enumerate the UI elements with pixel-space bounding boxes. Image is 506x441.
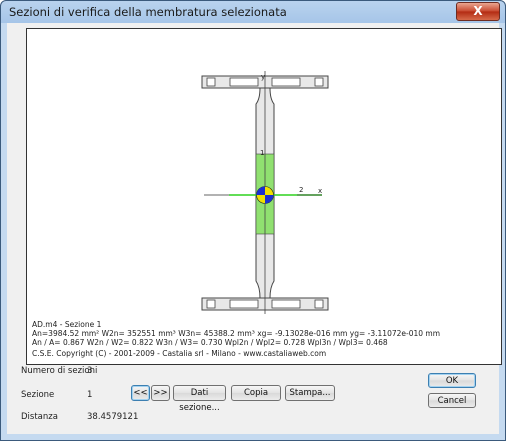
marker-2: 2 <box>299 186 303 194</box>
flange-hole <box>206 77 216 87</box>
cancel-button[interactable]: Cancel <box>428 393 476 408</box>
close-button[interactable]: X <box>456 2 500 21</box>
previous-section-button[interactable]: << <box>131 385 150 401</box>
num-sezioni-value: 3 <box>87 366 93 376</box>
window-title: Sezioni di verifica della membratura sel… <box>9 5 287 19</box>
axis-x-label: x <box>318 187 322 195</box>
section-title: AD.m4 - Sezione 1 <box>32 320 102 329</box>
flange-hole <box>229 299 259 309</box>
flange-hole <box>271 299 301 309</box>
centroid-symbol <box>256 186 274 204</box>
i-beam-section-drawing: y x 1 2 <box>201 71 329 314</box>
dialog-client-area: y x 1 2 AD.m4 - Sezione 1 An=3984.52 mm²… <box>7 23 502 434</box>
flange-hole <box>314 299 324 309</box>
copyright-text: C.S.E. Copyright (C) - 2001-2009 - Casta… <box>32 349 327 358</box>
copia-button[interactable]: Copia <box>231 385 281 401</box>
flange-hole <box>229 77 259 87</box>
section-drawing-canvas: y x 1 2 AD.m4 - Sezione 1 An=3984.52 mm²… <box>26 28 502 365</box>
flange-hole <box>206 299 216 309</box>
title-bar[interactable]: Sezioni di verifica della membratura sel… <box>1 1 505 23</box>
sezione-label: Sezione <box>21 390 55 400</box>
dati-sezione-button[interactable]: Dati sezione... <box>173 385 226 413</box>
axis-y-label: y <box>261 73 265 81</box>
flange-hole <box>314 77 324 87</box>
num-sezioni-label: Numero di sezioni <box>21 366 98 376</box>
distanza-label: Distanza <box>21 412 58 422</box>
dialog-window: Sezioni di verifica della membratura sel… <box>0 0 506 441</box>
ok-button[interactable]: OK <box>428 373 476 388</box>
stampa-button[interactable]: Stampa... <box>285 385 335 401</box>
marker-1: 1 <box>260 149 264 157</box>
next-section-button[interactable]: >> <box>151 385 170 401</box>
distanza-value: 38.4579121 <box>87 412 139 422</box>
sezione-value: 1 <box>87 390 93 400</box>
flange-hole <box>271 77 301 87</box>
section-ratios-line: An / A= 0.867 W2n / W2= 0.822 W3n / W3= … <box>32 338 388 347</box>
section-properties-line: An=3984.52 mm² W2n= 352551 mm³ W3n= 4538… <box>32 329 441 338</box>
